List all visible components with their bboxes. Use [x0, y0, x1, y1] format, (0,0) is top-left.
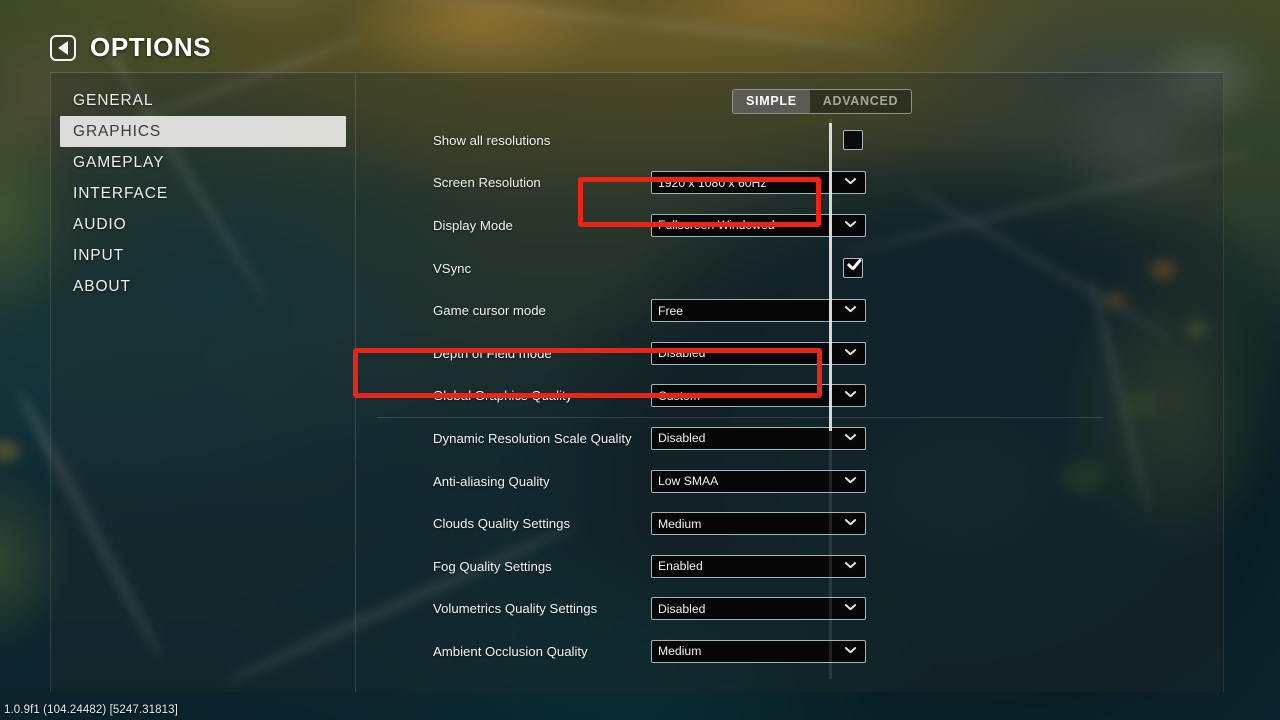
setting-control: Low SMAA: [651, 469, 866, 493]
setting-row: Show all resolutions: [357, 119, 1223, 162]
dropdown-select[interactable]: Medium: [651, 639, 866, 663]
setting-label: Display Mode: [433, 217, 513, 233]
checkmark-icon: [847, 258, 861, 272]
section-divider: [377, 417, 1103, 419]
tab-simple[interactable]: SIMPLE: [733, 90, 810, 113]
setting-row: Fog Quality Settings Enabled: [357, 545, 1223, 588]
dropdown-select[interactable]: Low SMAA: [651, 469, 866, 493]
sidebar-item-label: GRAPHICS: [73, 122, 162, 140]
chevron-down-icon: [845, 518, 856, 529]
chevron-down-icon: [845, 390, 856, 401]
setting-row: Clouds Quality Settings Medium: [357, 502, 1223, 545]
sidebar-item-label: AUDIO: [73, 215, 127, 233]
page-header: OPTIONS: [50, 32, 211, 63]
setting-checkbox[interactable]: [843, 130, 863, 151]
setting-label: Game cursor mode: [433, 303, 546, 319]
dropdown-value: Disabled: [658, 431, 706, 446]
setting-control: Free: [651, 299, 866, 323]
dropdown-select[interactable]: Medium: [651, 512, 866, 536]
setting-label: Volumetrics Quality Settings: [433, 601, 598, 617]
tab-advanced[interactable]: ADVANCED: [810, 90, 912, 113]
dropdown-select[interactable]: Disabled: [651, 597, 866, 621]
setting-row: Ambient Occlusion Quality Medium: [357, 630, 1223, 673]
chevron-down-icon: [845, 646, 856, 657]
sidebar-item-label: GENERAL: [73, 91, 154, 109]
sidebar-item-label: INPUT: [73, 246, 124, 264]
mode-tabs: SIMPLE ADVANCED: [732, 89, 913, 114]
options-sidebar: GENERAL GRAPHICS GAMEPLAY INTERFACE AUDIO INP…: [51, 73, 356, 692]
setting-row: Game cursor mode Free: [357, 289, 1223, 332]
sidebar-item-audio[interactable]: AUDIO: [60, 209, 346, 240]
page-title: OPTIONS: [90, 32, 212, 62]
setting-label: VSync: [433, 260, 472, 276]
dropdown-value: Low SMAA: [658, 474, 719, 489]
chevron-down-icon: [845, 177, 856, 188]
setting-row: VSync: [357, 247, 1223, 290]
sidebar-item-gameplay[interactable]: GAMEPLAY: [60, 147, 346, 178]
setting-label: Dynamic Resolution Scale Quality: [433, 430, 632, 446]
setting-label: Clouds Quality Settings: [433, 516, 571, 532]
dropdown-select[interactable]: Free: [651, 299, 866, 323]
chevron-down-icon: [845, 348, 856, 359]
dropdown-value: Medium: [658, 644, 702, 659]
setting-row: Anti-aliasing Quality Low SMAA: [357, 460, 1223, 503]
setting-label: Screen Resolution: [433, 175, 541, 191]
chevron-down-icon: [845, 220, 856, 231]
setting-row: Dynamic Resolution Scale Quality Disabled: [357, 417, 1223, 460]
dropdown-value: Free: [658, 303, 684, 318]
setting-control: Disabled: [651, 426, 866, 450]
setting-control: Medium: [651, 512, 866, 536]
setting-control: Enabled: [651, 554, 866, 578]
highlight-depth-of-field: [353, 348, 822, 398]
chevron-down-icon: [845, 603, 856, 614]
setting-label: Fog Quality Settings: [433, 558, 552, 574]
back-button[interactable]: [50, 34, 76, 61]
back-triangle-icon: [57, 40, 68, 55]
sidebar-item-input[interactable]: INPUT: [60, 240, 346, 271]
setting-label: Ambient Occlusion Quality: [433, 643, 588, 659]
dropdown-value: Medium: [658, 516, 702, 531]
dropdown-value: Disabled: [658, 601, 706, 616]
sidebar-item-general[interactable]: GENERAL: [60, 85, 346, 116]
setting-checkbox[interactable]: [843, 258, 863, 279]
dropdown-select[interactable]: Enabled: [651, 554, 866, 578]
sidebar-item-label: INTERFACE: [73, 184, 169, 202]
dropdown-value: Enabled: [658, 559, 703, 574]
setting-control: Medium: [651, 639, 866, 663]
chevron-down-icon: [845, 476, 856, 487]
setting-control: Disabled: [651, 597, 866, 621]
sidebar-item-graphics[interactable]: GRAPHICS: [60, 116, 346, 147]
sidebar-item-about[interactable]: ABOUT: [60, 271, 346, 302]
sidebar-item-interface[interactable]: INTERFACE: [60, 178, 346, 209]
setting-row: Volumetrics Quality Settings Disabled: [357, 588, 1223, 631]
setting-label: Anti-aliasing Quality: [433, 473, 550, 489]
sidebar-item-label: GAMEPLAY: [73, 153, 165, 171]
version-label: 1.0.9f1 (104.24482) [5247.31813]: [4, 704, 178, 716]
highlight-screen-resolution: [578, 177, 821, 227]
setting-label: Show all resolutions: [433, 132, 551, 148]
chevron-down-icon: [845, 305, 856, 316]
settings-scrollbar-thumb[interactable]: [829, 123, 832, 431]
chevron-down-icon: [845, 561, 856, 572]
sidebar-item-label: ABOUT: [73, 277, 131, 295]
chevron-down-icon: [845, 433, 856, 444]
dropdown-select[interactable]: Disabled: [651, 426, 866, 450]
